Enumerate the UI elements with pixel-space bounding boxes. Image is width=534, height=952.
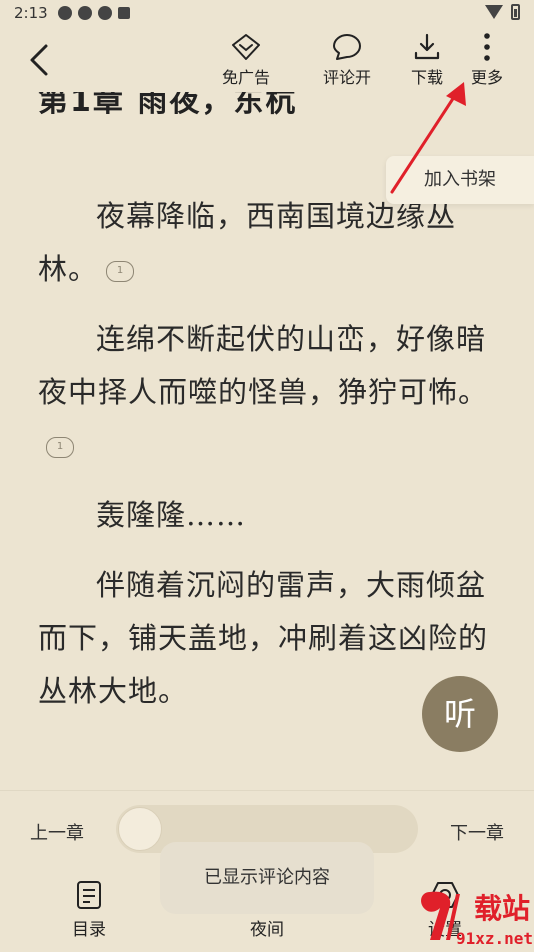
- app-notification-icon: [78, 6, 92, 20]
- wifi-icon: [485, 5, 503, 19]
- listen-button[interactable]: 听: [422, 676, 498, 752]
- app-notification-icon: [58, 6, 72, 20]
- toast-message: 已显示评论内容: [160, 842, 374, 914]
- no-ads-label: 免广告: [221, 68, 270, 87]
- no-ads-button[interactable]: 免广告: [211, 32, 281, 88]
- catalog-label: 目录: [72, 920, 106, 940]
- paragraph: 夜幕降临，西南国境边缘丛林。 1: [38, 190, 508, 296]
- comments-toggle-button[interactable]: 评论开: [312, 32, 382, 88]
- download-icon: [414, 33, 440, 60]
- paragraph: 轰隆隆……: [38, 489, 508, 542]
- paragraph: 连绵不断起伏的山峦，好像暗夜中择人而噬的怪兽，狰狞可怖。 1: [38, 313, 508, 472]
- site-watermark: 载站 91xz.net: [416, 884, 534, 948]
- back-button[interactable]: [24, 40, 60, 80]
- status-time: 2:13: [14, 4, 48, 22]
- battery-icon: [511, 4, 520, 20]
- watermark-logo: 载站 91xz.net: [421, 891, 533, 948]
- paragraph-text: 夜幕降临，西南国境边缘丛林。: [38, 199, 457, 286]
- comment-icon: [333, 34, 361, 60]
- paragraph-text: 连绵不断起伏的山峦，好像暗夜中择人而噬的怪兽，狰狞可怖。: [38, 322, 489, 409]
- diamond-icon: [232, 34, 260, 60]
- back-arrow-icon: [30, 44, 48, 76]
- chapter-content: 夜幕降临，西南国境边缘丛林。 1 连绵不断起伏的山峦，好像暗夜中择人而噬的怪兽，狰…: [38, 190, 508, 735]
- app-notification-icon: [98, 6, 112, 20]
- notification-icons: [58, 6, 130, 20]
- watermark-url: 91xz.net: [456, 929, 533, 948]
- catalog-button[interactable]: 目录: [49, 879, 129, 940]
- comment-count-bubble[interactable]: 1: [46, 436, 74, 458]
- more-icon: [484, 33, 490, 61]
- catalog-icon: [77, 881, 101, 909]
- annotation-arrow: [390, 82, 466, 194]
- paragraph-text: 轰隆隆……: [96, 498, 247, 532]
- watermark-text: 载站: [474, 892, 530, 925]
- comments-toggle-label: 评论开: [322, 68, 371, 87]
- slider-knob[interactable]: [118, 807, 162, 851]
- night-mode-label: 夜间: [250, 920, 284, 940]
- paragraph-text: 伴随着沉闷的雷声，大雨倾盆而下，铺天盖地，冲刷着这凶险的丛林大地。: [38, 568, 489, 708]
- app-notification-icon: [118, 7, 130, 19]
- next-chapter-button[interactable]: 下一章: [450, 819, 504, 845]
- comment-count-bubble[interactable]: 1: [106, 260, 135, 282]
- prev-chapter-button[interactable]: 上一章: [30, 819, 84, 845]
- status-bar: 2:13: [0, 0, 534, 26]
